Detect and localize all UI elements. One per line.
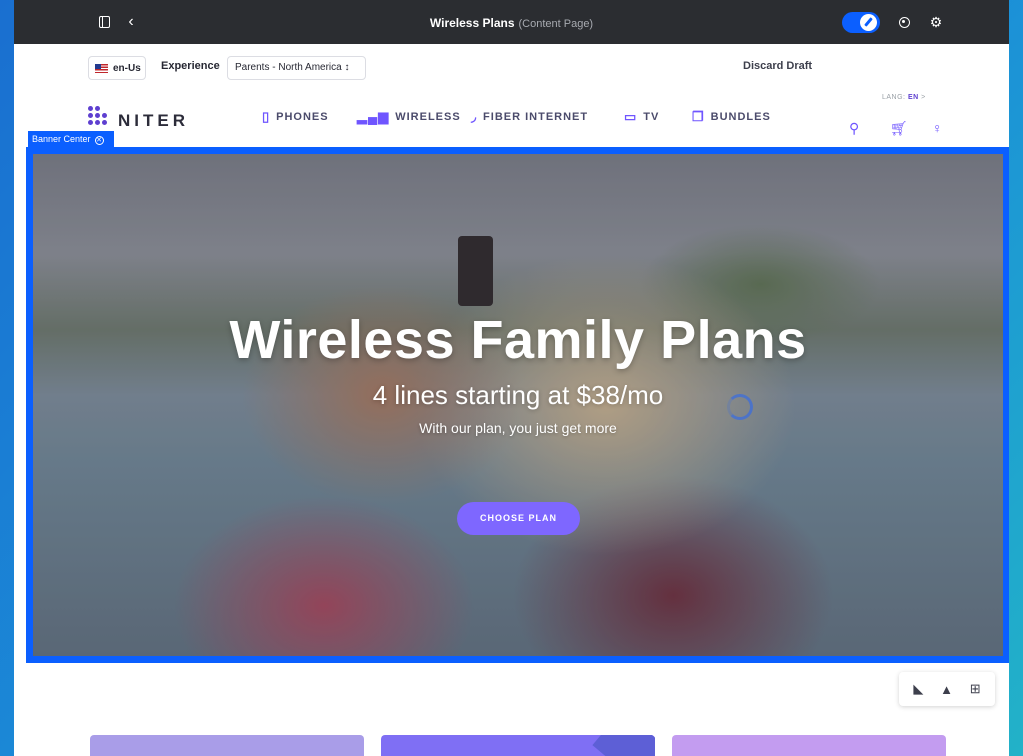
edit-mode-toggle[interactable] [842, 12, 880, 33]
cart-icon[interactable]: 🛒︎ [890, 120, 908, 137]
banner-tagline[interactable]: With our plan, you just get more [33, 420, 1003, 436]
language-switcher[interactable]: LANG: EN > [882, 94, 926, 101]
nav-item-wireless[interactable]: ▂▄▆ WIRELESS [357, 109, 461, 125]
fragment-toolbar: ◣ ▲ ⊞ [899, 672, 995, 706]
grid-icon[interactable]: ⊞ [970, 681, 981, 697]
page-type-label: (Content Page) [518, 18, 594, 30]
banner-tag-label: Banner Center [32, 134, 91, 144]
nav-label: WIRELESS [395, 111, 461, 123]
locale-selector[interactable]: en-Us [88, 56, 146, 80]
top-control-bar: ‹ Wireless Plans (Content Page) ⚙ [14, 0, 1009, 44]
nav-label: PHONES [276, 111, 329, 123]
language-value: EN [907, 94, 919, 101]
search-icon[interactable]: ⚲ [849, 120, 859, 137]
banner-center-tag[interactable]: Banner Center ✕ [28, 131, 114, 147]
us-flag-icon [95, 63, 108, 73]
site-logo[interactable]: NITER [88, 103, 189, 131]
wifi-icon: ◞ [471, 109, 478, 124]
choose-plan-button[interactable]: CHOOSE PLAN [457, 502, 580, 535]
plan-card[interactable] [381, 735, 655, 756]
bundles-icon: ❐ [692, 109, 705, 124]
banner-center[interactable]: Wireless Family Plans 4 lines starting a… [26, 147, 1009, 663]
card-ribbon [575, 735, 655, 756]
nav-item-bundles[interactable]: ❐ BUNDLES [692, 109, 771, 125]
pencil-icon [860, 14, 877, 31]
paint-bucket-icon[interactable]: ◣ [913, 681, 923, 697]
banner-phone-shape [458, 236, 493, 306]
nav-item-tv[interactable]: ▭ TV [624, 109, 659, 125]
image-icon[interactable]: ▲ [940, 682, 953, 697]
banner-subtitle[interactable]: 4 lines starting at $38/mo [33, 380, 1003, 411]
nav-item-phones[interactable]: ▯ PHONES [262, 109, 329, 125]
logo-dots-icon [88, 104, 112, 130]
experience-select[interactable]: Parents - North America ↕ [227, 56, 366, 80]
plan-card[interactable] [672, 735, 946, 756]
app-window: ‹ Wireless Plans (Content Page) ⚙ en-Us E… [14, 0, 1009, 756]
language-label: LANG: [882, 94, 906, 101]
logo-text: NITER [118, 111, 189, 130]
language-arrow: > [921, 94, 926, 101]
banner-title[interactable]: Wireless Family Plans [33, 309, 1003, 371]
page-title-text: Wireless Plans [429, 16, 515, 30]
experience-label: Experience [161, 60, 220, 72]
close-icon[interactable]: ✕ [94, 136, 104, 145]
signal-bars-icon: ▂▄▆ [357, 109, 390, 124]
locale-label: en-Us [113, 62, 141, 74]
user-icon[interactable]: ♀ [932, 120, 943, 136]
site-header: NITER ▯ PHONES ▂▄▆ WIRELESS ◞ FIBER INTE… [14, 92, 1009, 148]
gear-icon[interactable]: ⚙ [926, 12, 946, 32]
nav-item-fiber-internet[interactable]: ◞ FIBER INTERNET [471, 109, 588, 125]
simulation-icon[interactable] [894, 12, 914, 32]
phone-icon: ▯ [262, 109, 271, 124]
nav-label: TV [643, 111, 660, 123]
experience-bar: en-Us Experience Parents - North America… [14, 44, 1009, 93]
discard-draft-button[interactable]: Discard Draft [743, 60, 812, 72]
loading-spinner-icon [727, 394, 753, 420]
nav-label: BUNDLES [710, 111, 771, 123]
plan-card[interactable] [90, 735, 364, 756]
tv-icon: ▭ [624, 109, 638, 124]
nav-label: FIBER INTERNET [483, 111, 589, 123]
